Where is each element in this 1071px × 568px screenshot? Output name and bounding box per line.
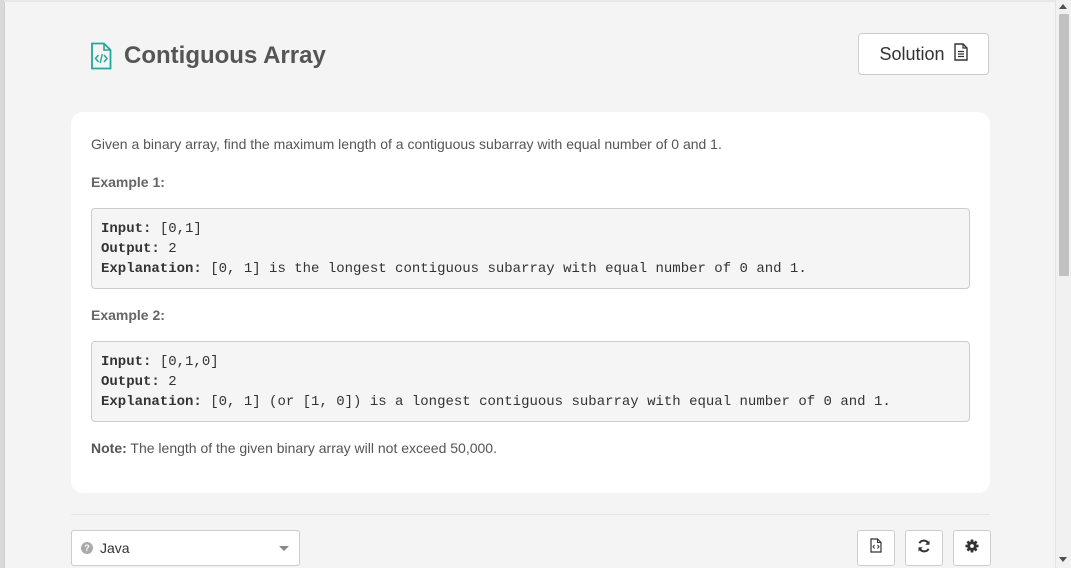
document-icon [953,42,968,66]
window-top-line [4,0,1056,2]
solution-button[interactable]: Solution [858,33,989,75]
note-text: The length of the given binary array wil… [126,440,497,456]
reset-code-button[interactable] [905,530,943,566]
example-1-title: Example 1: [91,174,165,190]
language-select[interactable]: ? Java [71,530,300,566]
example-2-explanation-value: [0, 1] (or [1, 0]) is a longest contiguo… [201,394,891,410]
refresh-icon [917,539,931,558]
code-template-button[interactable] [857,530,895,566]
code-file-icon [90,42,112,70]
example-2-input-label: Input: [101,354,152,370]
example-1-input-label: Input: [101,221,152,237]
problem-description-card: Given a binary array, find the maximum l… [71,112,990,493]
example-1-output-label: Output: [101,241,160,257]
code-file-icon [870,538,882,558]
language-select-value: Java [100,540,130,556]
problem-note: Note: The length of the given binary arr… [91,440,970,456]
section-divider [71,514,990,515]
example-1-block: Input: [0,1] Output: 2 Explanation: [0, … [91,208,970,289]
scroll-thumb[interactable] [1059,14,1069,276]
window-left-edge [0,0,5,568]
editor-settings-button[interactable] [953,530,991,566]
scroll-down-arrow-icon[interactable] [1059,557,1067,562]
example-1-input-value: [0,1] [151,221,202,237]
example-1-explanation-label: Explanation: [101,261,202,277]
example-2-input-value: [0,1,0] [151,354,219,370]
help-icon[interactable]: ? [81,542,93,554]
problem-description: Given a binary array, find the maximum l… [91,136,722,152]
page-title: Contiguous Array [124,42,326,69]
problem-header: Contiguous Array [90,40,326,72]
page-scrollbar[interactable] [1055,0,1071,568]
example-1-explanation-value: [0, 1] is the longest contiguous subarra… [201,261,807,277]
scroll-up-arrow-icon[interactable] [1059,4,1067,9]
solution-button-label: Solution [879,43,945,64]
example-2-output-value: 2 [159,374,177,390]
example-2-block: Input: [0,1,0] Output: 2 Explanation: [0… [91,341,970,422]
example-2-title: Example 2: [91,307,165,323]
example-2-output-label: Output: [101,374,160,390]
gear-icon [965,539,979,558]
chevron-down-icon [279,546,289,551]
example-1-output-value: 2 [159,241,177,257]
note-label: Note: [91,440,127,456]
example-2-explanation-label: Explanation: [101,394,202,410]
